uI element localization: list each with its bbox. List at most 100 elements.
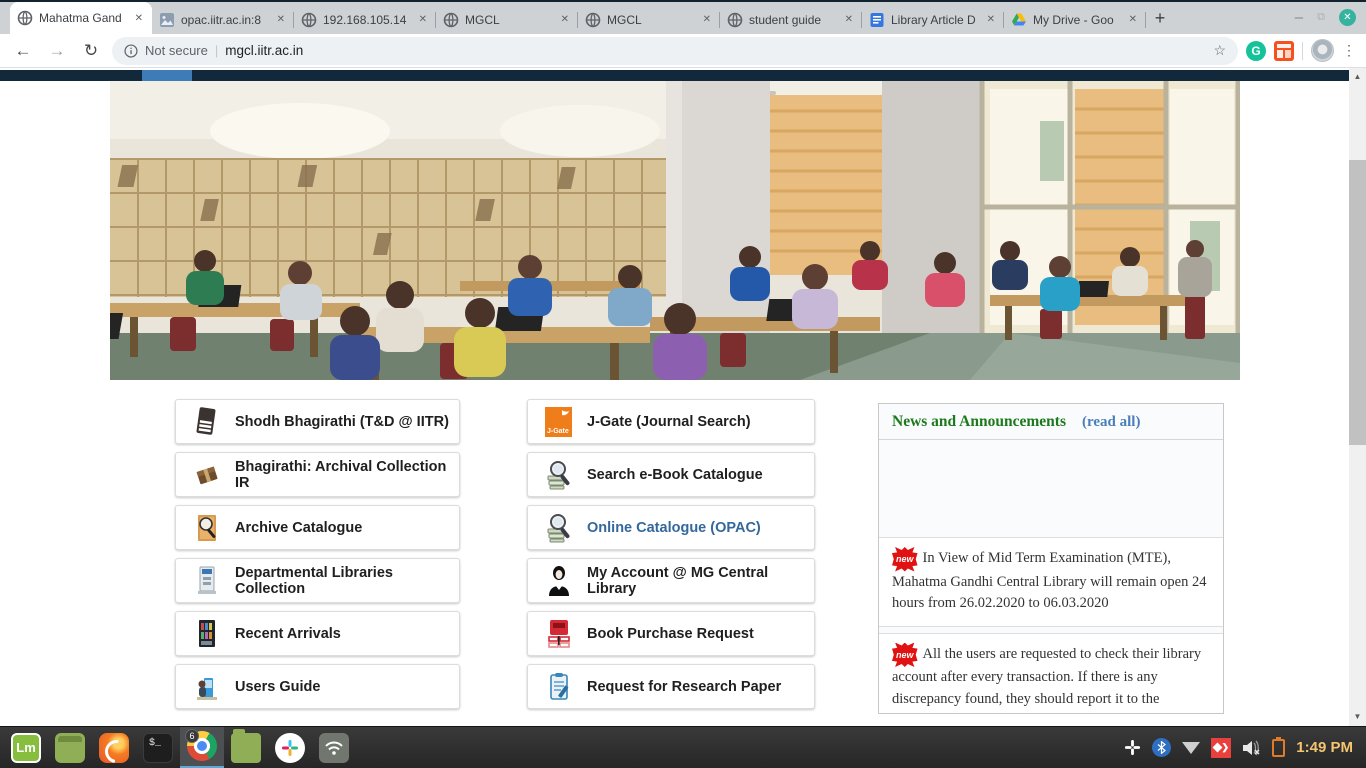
quick-links-right: J-Gate J-Gate (Journal Search) Search e-…	[527, 399, 815, 717]
new-tab-button[interactable]: +	[1146, 4, 1174, 32]
ebook-catalogue-button[interactable]: Search e-Book Catalogue	[527, 452, 815, 497]
security-label: Not secure	[145, 43, 208, 58]
archive-box-icon	[193, 459, 220, 491]
address-bar[interactable]: Not secure | mgcl.iitr.ac.in ☆	[112, 37, 1238, 65]
battery-icon[interactable]	[1272, 739, 1285, 757]
scrollbar-thumb[interactable]	[1349, 160, 1366, 445]
tab-library-article[interactable]: Library Article D ✕	[862, 5, 1004, 34]
google-drive-icon	[1011, 12, 1027, 28]
news-item-text: In View of Mid Term Examination (MTE), M…	[892, 550, 1206, 611]
mint-menu-button[interactable]: Lm	[4, 727, 48, 768]
news-item-text: All the users are requested to check the…	[892, 646, 1201, 707]
close-window-button[interactable]: ✕	[1339, 9, 1356, 26]
new-badge: new	[892, 643, 918, 668]
news-item: newIn View of Mid Term Examination (MTE)…	[879, 537, 1223, 627]
show-desktop-button[interactable]	[48, 727, 92, 768]
quick-link-label: My Account @ MG Central Library	[587, 565, 814, 597]
back-button[interactable]: ←	[10, 41, 36, 61]
reload-button[interactable]: ↻	[78, 41, 104, 61]
scroll-up-arrow[interactable]: ▲	[1349, 70, 1366, 84]
tab-close-icon[interactable]: ✕	[417, 14, 429, 25]
slack-launcher[interactable]	[268, 727, 312, 768]
mint-logo-icon: Lm	[11, 733, 41, 763]
orange-extension-icon[interactable]	[1274, 41, 1294, 61]
chrome-launcher[interactable]: 6	[180, 727, 224, 768]
maximize-button[interactable]: ⧉	[1317, 11, 1325, 24]
tab-title: MGCL	[465, 13, 553, 27]
tab-title: Mahatma Gand	[39, 11, 127, 25]
jgate-button[interactable]: J-Gate J-Gate (Journal Search)	[527, 399, 815, 444]
news-title: News and Announcements	[892, 413, 1066, 430]
taskbar-clock[interactable]: 1:49 PM	[1296, 739, 1353, 756]
jgate-icon: J-Gate	[545, 406, 572, 438]
departmental-libraries-button[interactable]: Departmental Libraries Collection	[175, 558, 460, 603]
browser-tab-strip: Mahatma Gand ✕ opac.iitr.ac.in:8 ✕ 192.1…	[0, 0, 1366, 34]
research-paper-request-button[interactable]: Request for Research Paper	[527, 664, 815, 709]
anydesk-diamond	[1212, 743, 1222, 753]
bookmark-star-icon[interactable]: ☆	[1213, 42, 1226, 59]
my-account-button[interactable]: My Account @ MG Central Library	[527, 558, 815, 603]
quick-link-label: Request for Research Paper	[587, 679, 781, 695]
quick-link-label: J-Gate (Journal Search)	[587, 414, 751, 430]
tab-student-guide[interactable]: student guide ✕	[720, 5, 862, 34]
page-viewport: Shodh Bhagirathi (T&D @ IITR) Bhagirathi…	[0, 68, 1366, 726]
bluetooth-icon[interactable]	[1152, 738, 1171, 757]
tab-close-icon[interactable]: ✕	[1127, 14, 1139, 25]
tab-close-icon[interactable]: ✕	[275, 14, 287, 25]
tab-close-icon[interactable]: ✕	[985, 14, 997, 25]
network-tool-launcher[interactable]	[312, 727, 356, 768]
quick-link-label: Departmental Libraries Collection	[235, 565, 459, 597]
tab-mahatma-gandhi[interactable]: Mahatma Gand ✕	[10, 2, 152, 34]
tab-mgcl-2[interactable]: MGCL ✕	[578, 5, 720, 34]
forward-button[interactable]: →	[44, 41, 70, 61]
tab-title: opac.iitr.ac.in:8	[181, 13, 269, 27]
tab-opac[interactable]: opac.iitr.ac.in:8 ✕	[152, 5, 294, 34]
news-panel: News and Announcements (read all) newIn …	[878, 403, 1224, 714]
navbar-active-item[interactable]	[142, 70, 192, 81]
quick-link-label: Bhagirathi: Archival Collection IR	[235, 459, 459, 491]
minimize-button[interactable]: –	[1295, 13, 1303, 23]
folder-icon	[231, 733, 261, 763]
page-url: mgcl.iitr.ac.in	[225, 43, 303, 58]
anydesk-icon[interactable]: ❯	[1211, 738, 1231, 758]
tab-title: 192.168.105.14	[323, 13, 411, 27]
image-icon	[159, 12, 175, 28]
system-tray: ❯ 1:49 PM	[1124, 738, 1362, 758]
opac-button[interactable]: Online Catalogue (OPAC)	[527, 505, 815, 550]
desktop-icon	[55, 733, 85, 763]
bookshelf-icon	[193, 618, 220, 650]
thesis-book-icon	[193, 406, 220, 438]
users-guide-button[interactable]: Users Guide	[175, 664, 460, 709]
tab-close-icon[interactable]: ✕	[701, 14, 713, 25]
tab-ip-address[interactable]: 192.168.105.14 ✕	[294, 5, 436, 34]
globe-icon	[443, 12, 459, 28]
grammarly-extension-icon[interactable]: G	[1246, 41, 1266, 61]
read-all-link[interactable]: (read all)	[1082, 414, 1140, 430]
tab-my-drive[interactable]: My Drive - Goo ✕	[1004, 5, 1146, 34]
firefox-launcher[interactable]	[92, 727, 136, 768]
tab-title: student guide	[749, 13, 837, 27]
browser-menu-icon[interactable]: ⋮	[1342, 42, 1356, 59]
tab-close-icon[interactable]: ✕	[133, 13, 145, 24]
kiosk-icon	[193, 565, 220, 597]
tab-title: MGCL	[607, 13, 695, 27]
tab-title: My Drive - Goo	[1033, 13, 1121, 27]
archive-catalogue-button[interactable]: Archive Catalogue	[175, 505, 460, 550]
wifi-tray-icon[interactable]	[1182, 741, 1200, 754]
shodh-bhagirathi-button[interactable]: Shodh Bhagirathi (T&D @ IITR)	[175, 399, 460, 444]
scroll-down-arrow[interactable]: ▼	[1349, 710, 1366, 724]
book-purchase-button[interactable]: Book Purchase Request	[527, 611, 815, 656]
document-icon	[869, 12, 885, 28]
tab-close-icon[interactable]: ✕	[843, 14, 855, 25]
recent-arrivals-button[interactable]: Recent Arrivals	[175, 611, 460, 656]
terminal-launcher[interactable]: $_	[136, 727, 180, 768]
tab-close-icon[interactable]: ✕	[559, 14, 571, 25]
bhagirathi-archival-button[interactable]: Bhagirathi: Archival Collection IR	[175, 452, 460, 497]
profile-avatar[interactable]	[1311, 39, 1334, 62]
tab-mgcl-1[interactable]: MGCL ✕	[436, 5, 578, 34]
file-manager-launcher[interactable]	[224, 727, 268, 768]
slack-tray-icon[interactable]	[1124, 739, 1141, 756]
page-scrollbar[interactable]: ▲ ▼	[1349, 68, 1366, 726]
info-icon[interactable]	[124, 44, 138, 58]
volume-muted-icon[interactable]	[1242, 740, 1261, 756]
